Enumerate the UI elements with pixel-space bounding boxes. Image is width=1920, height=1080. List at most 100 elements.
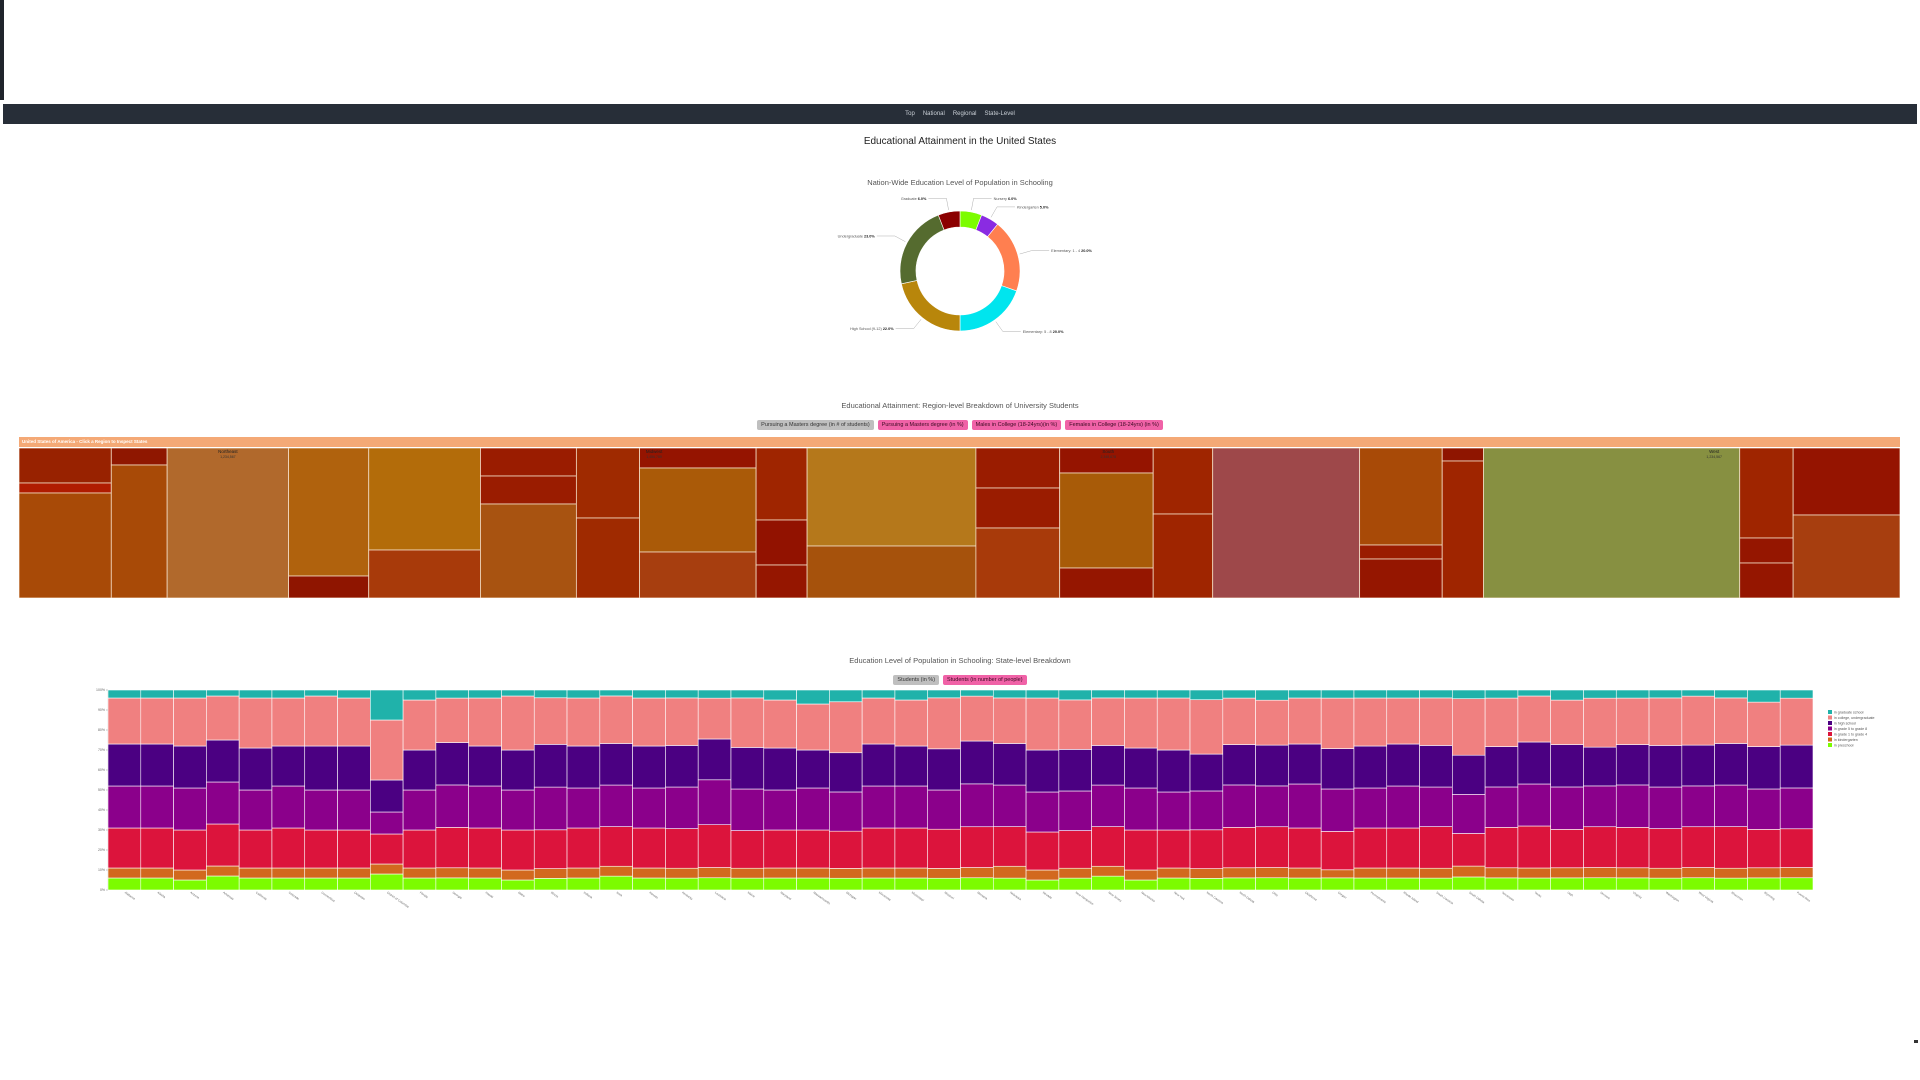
bar-segment[interactable] [271, 697, 306, 747]
bar-segment[interactable] [1517, 825, 1551, 869]
treemap-state-tile[interactable] [288, 448, 370, 577]
bar-segment[interactable] [861, 689, 896, 699]
bar-segment[interactable] [992, 877, 1027, 891]
bar-segment[interactable] [1747, 701, 1781, 747]
bar-segment[interactable] [992, 689, 1027, 699]
treemap-state-tile[interactable] [575, 448, 640, 519]
bar-segment[interactable] [927, 748, 961, 791]
bar-segment[interactable] [238, 789, 273, 831]
bar-segment[interactable] [1714, 867, 1748, 879]
bar-segment[interactable] [1320, 788, 1355, 832]
bar-segment[interactable] [1386, 743, 1420, 787]
bar-segment[interactable] [992, 826, 1027, 867]
bar-segment[interactable] [468, 877, 502, 891]
treemap-state-tile[interactable] [1359, 448, 1443, 546]
bar-segment[interactable] [435, 784, 469, 828]
bar-segment[interactable] [632, 697, 666, 747]
bar-segment[interactable] [1681, 695, 1715, 746]
bar-segment[interactable] [468, 689, 502, 699]
nav-top[interactable]: Top [905, 111, 915, 117]
treemap-state-tile[interactable] [110, 464, 168, 598]
bar-segment[interactable] [1320, 689, 1355, 699]
females-college-button[interactable]: Females in College (18-24yrs) (in %) [1065, 420, 1163, 430]
treemap-state-tile[interactable] [480, 503, 577, 598]
bar-segment[interactable] [763, 877, 797, 891]
bar-segment[interactable] [1550, 867, 1584, 879]
bar-segment[interactable] [861, 877, 896, 891]
bar-segment[interactable] [1419, 689, 1453, 699]
bar-segment[interactable] [1386, 689, 1420, 699]
bar-segment[interactable] [599, 784, 633, 827]
bar-segment[interactable] [140, 743, 174, 787]
bar-segment[interactable] [1779, 787, 1814, 830]
legend-label[interactable]: in graduate school [1834, 710, 1864, 714]
bar-segment[interactable] [402, 699, 437, 751]
legend-label[interactable]: in college, undergraduate [1834, 716, 1875, 720]
bar-segment[interactable] [173, 879, 207, 891]
bar-segment[interactable] [1648, 828, 1683, 869]
bar-segment[interactable] [1747, 746, 1781, 790]
bar-segment[interactable] [1550, 829, 1584, 869]
bar-segment[interactable] [1386, 877, 1420, 891]
bar-segment[interactable] [1156, 829, 1191, 869]
bar-segment[interactable] [1288, 867, 1322, 879]
bar-segment[interactable] [337, 789, 371, 831]
treemap-state-tile[interactable] [1059, 567, 1154, 598]
bar-segment[interactable] [927, 868, 961, 879]
bar-segment[interactable] [1222, 744, 1256, 786]
bar-segment[interactable] [1255, 785, 1289, 828]
treemap-state-tile[interactable] [1441, 448, 1484, 462]
bar-segment[interactable] [599, 865, 633, 877]
bar-segment[interactable] [238, 877, 273, 891]
bar-segment[interactable] [992, 743, 1027, 786]
bar-segment[interactable] [1615, 784, 1650, 828]
bar-segment[interactable] [1353, 745, 1388, 789]
bar-segment[interactable] [1386, 827, 1420, 869]
bar-segment[interactable] [1517, 867, 1551, 879]
legend-label[interactable]: in grade 1 to grade 4 [1834, 732, 1867, 736]
bar-segment[interactable] [1779, 867, 1814, 879]
bar-segment[interactable] [1255, 826, 1289, 868]
bar-segment[interactable] [1648, 877, 1683, 891]
bar-segment[interactable] [304, 829, 338, 869]
bar-segment[interactable] [599, 826, 633, 867]
bar-segment[interactable] [1386, 697, 1420, 745]
bar-segment[interactable] [566, 697, 601, 747]
bar-segment[interactable] [665, 745, 699, 788]
bar-segment[interactable] [435, 867, 469, 879]
bar-segment[interactable] [1058, 790, 1092, 831]
bar-segment[interactable] [632, 877, 666, 891]
bar-segment[interactable] [894, 867, 929, 879]
bar-segment[interactable] [107, 743, 142, 787]
bar-segment[interactable] [370, 779, 404, 813]
bar-segment[interactable] [370, 811, 404, 835]
bar-segment[interactable] [1517, 689, 1551, 697]
bar-segment[interactable] [1189, 790, 1224, 831]
bar-segment[interactable] [1648, 689, 1683, 699]
bar-segment[interactable] [238, 689, 273, 699]
bar-segment[interactable] [271, 877, 306, 891]
bar-segment[interactable] [1124, 689, 1158, 699]
bar-segment[interactable] [960, 689, 994, 697]
bar-segment[interactable] [468, 697, 502, 747]
bar-segment[interactable] [1091, 865, 1125, 877]
bar-segment[interactable] [566, 689, 601, 699]
bar-segment[interactable] [501, 695, 535, 751]
treemap-state-tile[interactable] [639, 551, 757, 598]
bar-segment[interactable] [1255, 877, 1289, 891]
bar-segment[interactable] [533, 868, 568, 879]
bar-segment[interactable] [402, 877, 437, 891]
bar-segment[interactable] [566, 877, 601, 891]
bar-segment[interactable] [1583, 867, 1617, 879]
bar-segment[interactable] [107, 697, 142, 745]
bar-segment[interactable] [1714, 743, 1748, 786]
bar-segment[interactable] [1156, 867, 1191, 879]
masters-count-button[interactable]: Pursuing a Masters degree (in # of stude… [757, 420, 874, 430]
bar-segment[interactable] [206, 875, 240, 891]
bar-segment[interactable] [927, 789, 961, 830]
bar-segment[interactable] [1156, 697, 1191, 751]
bar-segment[interactable] [1779, 877, 1814, 891]
bar-segment[interactable] [1058, 689, 1092, 701]
bar-segment[interactable] [1320, 877, 1355, 891]
treemap-state-tile[interactable] [755, 564, 808, 598]
